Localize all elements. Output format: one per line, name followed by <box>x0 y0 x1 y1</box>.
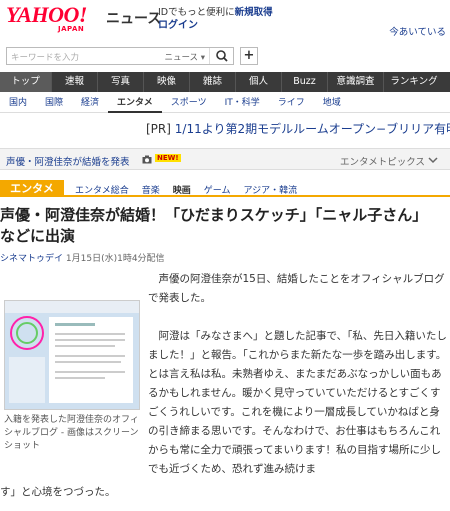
search-icon <box>216 50 228 62</box>
article-photo[interactable] <box>4 300 140 410</box>
logo-text: YAHOO! <box>6 2 87 27</box>
entame-topics-label[interactable]: エンタメトピックス <box>340 154 425 168</box>
nav-magazine[interactable]: 雑誌 <box>190 72 236 92</box>
nav-breaking[interactable]: 速報 <box>52 72 98 92</box>
article-paragraph: 阿澄は「みなさまへ」と題した記事で、「私、先日入籍いたしました！」と報告。「これ… <box>148 330 447 475</box>
article-body: 声優の阿澄佳奈が15日、結婚したことをオフィシャルブログで発表した。 阿澄は「み… <box>148 270 448 498</box>
search-input[interactable]: キーワードを入力 <box>11 51 79 63</box>
search-scope-select[interactable]: ニュース ▾ <box>164 51 205 63</box>
article-title-line1: 声優・阿澄佳奈が結婚！「ひだまりスケッチ」「ニャル子さん」 <box>0 206 428 224</box>
search-box[interactable]: キーワードを入力 ニュース ▾ <box>6 47 234 65</box>
yahoo-japan-logo[interactable]: YAHOO! JAPAN <box>6 4 102 34</box>
blog-screenshot-image <box>5 301 139 409</box>
search-button[interactable] <box>209 48 233 64</box>
subnav-domestic[interactable]: 国内 <box>0 95 36 113</box>
category-link-asia[interactable]: アジア・韓流 <box>244 183 298 196</box>
byline: シネマトゥデイ 1月15日(水)1時4分配信 <box>0 251 165 264</box>
category-link-game[interactable]: ゲーム <box>204 183 231 196</box>
new-badge: NEW! <box>155 154 181 162</box>
login-link[interactable]: ログイン <box>158 16 198 31</box>
topics-bar: 声優・阿澄佳奈が結婚を発表 NEW! エンタメトピックス <box>0 148 450 170</box>
article-date: 1月15日(水)1時4分配信 <box>65 254 165 264</box>
main-nav: トップ 速報 写真 映像 雑誌 個人 Buzz 意識調査 ランキング <box>0 72 450 92</box>
sub-nav: 国内 国際 経済 エンタメ スポーツ IT・科学 ライフ 地域 <box>0 95 450 113</box>
camera-icon <box>142 155 152 164</box>
nav-ranking[interactable]: ランキング <box>384 72 444 92</box>
subnav-international[interactable]: 国際 <box>36 95 72 113</box>
nav-photos[interactable]: 写真 <box>98 72 144 92</box>
nav-survey[interactable]: 意識調査 <box>328 72 384 92</box>
subnav-life[interactable]: ライフ <box>269 95 314 113</box>
subnav-sports[interactable]: スポーツ <box>162 95 216 113</box>
trending-link[interactable]: 今あいている <box>389 24 446 38</box>
pr-tag: [PR] <box>146 122 171 136</box>
chevron-down-icon[interactable] <box>428 156 438 164</box>
category-label[interactable]: エンタメ <box>0 180 64 197</box>
subnav-it-science[interactable]: IT・科学 <box>216 95 269 113</box>
category-link-movie[interactable]: 映画 <box>173 183 191 196</box>
service-name[interactable]: ニュース <box>106 8 161 28</box>
source-link[interactable]: シネマトゥデイ <box>0 254 63 264</box>
pr-text[interactable]: 1/11より第2期モデルルームオープン−ブリリア有明 <box>175 122 450 136</box>
article-paragraph: 声優の阿澄佳奈が15日、結婚したことをオフィシャルブログで発表した。 <box>148 273 445 304</box>
subnav-entame[interactable]: エンタメ <box>108 95 162 113</box>
article-paragraph-tail: す」と心境をつづった。 <box>0 486 116 498</box>
article-title: 声優・阿澄佳奈が結婚！「ひだまりスケッチ」「ニャル子さん」 などに出演 <box>0 205 450 247</box>
add-button[interactable]: + <box>240 47 258 65</box>
category-bar: エンタメ エンタメ総合 音楽 映画 ゲーム アジア・韓流 <box>0 180 450 197</box>
photo-caption: 入籍を発表した阿澄佳奈のオフィシャルブログ - 画像はスクリーンショット <box>4 415 139 451</box>
subnav-economy[interactable]: 経済 <box>72 95 108 113</box>
article-title-line2: などに出演 <box>0 227 76 245</box>
nav-top[interactable]: トップ <box>0 72 52 92</box>
register-link[interactable]: 新規取得 <box>235 7 273 18</box>
category-link-general[interactable]: エンタメ総合 <box>75 183 129 196</box>
subnav-region[interactable]: 地域 <box>314 95 350 113</box>
nav-buzz[interactable]: Buzz <box>282 72 328 92</box>
topic-headline[interactable]: 声優・阿澄佳奈が結婚を発表 <box>6 154 130 168</box>
pr-ad[interactable]: [PR] 1/11より第2期モデルルームオープン−ブリリア有明 <box>146 120 450 137</box>
logo-sub: JAPAN <box>58 25 85 33</box>
nav-personal[interactable]: 個人 <box>236 72 282 92</box>
header: YAHOO! JAPAN ニュース IDでもっと便利に新規取得 ログイン 今あい… <box>0 0 450 42</box>
nav-video[interactable]: 映像 <box>144 72 190 92</box>
category-link-music[interactable]: 音楽 <box>142 183 160 196</box>
